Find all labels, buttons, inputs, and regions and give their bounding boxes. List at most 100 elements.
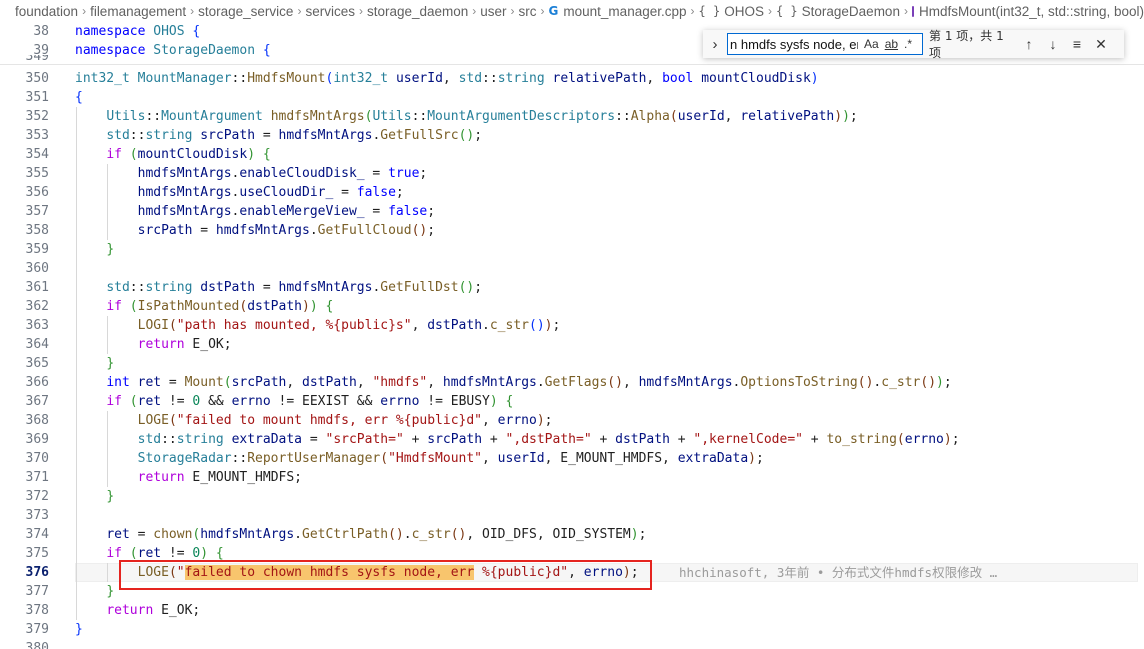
code-line: 360 (0, 259, 1144, 278)
breadcrumb-item-services[interactable]: services (305, 4, 355, 19)
code-line: 351{ (0, 88, 1144, 107)
line-number: 359 (25, 242, 49, 257)
breadcrumb-item-user[interactable]: user (480, 4, 506, 19)
code-line: 370 StorageRadar::ReportUserManager("Hmd… (0, 449, 1144, 468)
git-blame-annotation[interactable]: hhchinasoft, 3年前 • 分布式文件hmdfs权限修改 … (679, 563, 997, 582)
code-line: 352 Utils::MountArgument hmdfsMntArgs(Ut… (0, 107, 1144, 126)
line-number: 367 (25, 394, 49, 409)
code-line: 368 LOGE("failed to mount hmdfs, err %{p… (0, 411, 1144, 430)
code-line: 354 if (mountCloudDisk) { (0, 145, 1144, 164)
chevron-right-icon: › (903, 4, 908, 18)
code-line: 356 hmdfsMntArgs.useCloudDir_ = false; (0, 183, 1144, 202)
close-icon[interactable]: ✕ (1089, 36, 1113, 53)
regex-button[interactable]: .* (904, 37, 912, 51)
code-line: 371 return E_MOUNT_HMDFS; (0, 468, 1144, 487)
code-line: 374 ret = chown(hmdfsMntArgs.GetCtrlPath… (0, 525, 1144, 544)
chevron-right-icon: › (540, 4, 545, 18)
code-line: 366 int ret = Mount(srcPath, dstPath, "h… (0, 373, 1144, 392)
line-number: 378 (25, 603, 49, 618)
line-number: 374 (25, 527, 49, 542)
code-line: 362 if (IsPathMounted(dstPath)) { (0, 297, 1144, 316)
line-number: 379 (25, 622, 49, 637)
line-number: 363 (25, 318, 49, 333)
line-number: 355 (25, 166, 49, 181)
line-number: 366 (25, 375, 49, 390)
line-number: 370 (25, 451, 49, 466)
chevron-right-icon: › (472, 4, 477, 18)
next-match-icon[interactable]: ↓ (1041, 36, 1065, 52)
chevron-right-icon: › (358, 4, 363, 18)
code-line: 353 std::string srcPath = hmdfsMntArgs.G… (0, 126, 1144, 145)
code-line: 369 std::string extraData = "srcPath=" +… (0, 430, 1144, 449)
find-in-selection-icon[interactable]: ≡ (1065, 36, 1089, 52)
find-input-box: Aa ab .* (727, 33, 923, 55)
line-number: 380 (25, 641, 49, 649)
code-line: 367 if (ret != 0 && errno != EEXIST && e… (0, 392, 1144, 411)
code-line: 355 hmdfsMntArgs.enableCloudDisk_ = true… (0, 164, 1144, 183)
line-number: 358 (25, 223, 49, 238)
match-case-button[interactable]: Aa (864, 37, 879, 51)
breadcrumb: foundation › filemanagement › storage_se… (0, 0, 1144, 22)
code-line: 359 } (0, 240, 1144, 259)
line-number: 351 (25, 90, 49, 105)
code-line: 350 int32_t MountManager::HmdfsMount(int3… (0, 69, 1144, 88)
line-number: 377 (25, 584, 49, 599)
line-number: 362 (25, 299, 49, 314)
breadcrumb-namespace-storagedaemon[interactable]: StorageDaemon (802, 4, 900, 19)
chevron-right-icon: › (297, 4, 302, 18)
cpp-file-icon: G (548, 4, 559, 18)
line-number: 375 (25, 546, 49, 561)
code-line: 380 (0, 639, 1144, 649)
line-number: 357 (25, 204, 49, 219)
line-number: 372 (25, 489, 49, 504)
line-number: 360 (25, 261, 49, 276)
code-editor[interactable]: 38 namespace OHOS { 39 namespace StorageDa… (0, 22, 1144, 649)
code-line: 358 srcPath = hmdfsMntArgs.GetFullCloud(… (0, 221, 1144, 240)
line-number: 349 (25, 55, 49, 64)
breadcrumb-item-filemanagement[interactable]: filemanagement (90, 4, 186, 19)
code-line: 373 (0, 506, 1144, 525)
line-number: 38 (33, 24, 49, 39)
code-line: 379} (0, 620, 1144, 639)
find-widget: › Aa ab .* 第 1 项，共 1 项 ↑ ↓ ≡ ✕ (703, 29, 1124, 60)
line-number: 350 (25, 71, 49, 86)
breadcrumb-item-storage-service[interactable]: storage_service (198, 4, 293, 19)
whole-word-label: ab (884, 37, 899, 51)
breadcrumb-namespace-ohos[interactable]: OHOS (724, 4, 764, 19)
code-line: 361 std::string dstPath = hmdfsMntArgs.G… (0, 278, 1144, 297)
find-input[interactable] (730, 36, 858, 52)
line-number: 376 (25, 565, 49, 580)
breadcrumb-symbol[interactable]: HmdfsMount(int32_t, std::string, bool) (919, 4, 1144, 19)
code-line: 357 hmdfsMntArgs.enableMergeView_ = fals… (0, 202, 1144, 221)
line-number: 371 (25, 470, 49, 485)
line-number: 365 (25, 356, 49, 371)
code-line: 363 LOGI("path has mounted, %{public}s",… (0, 316, 1144, 335)
chevron-right-icon: › (690, 4, 695, 18)
toggle-replace-icon[interactable]: › (703, 36, 727, 53)
breadcrumb-item-foundation[interactable]: foundation (15, 4, 78, 19)
match-count: 第 1 项，共 1 项 (929, 29, 1004, 60)
line-number: 353 (25, 128, 49, 143)
annotation-highlight-box (119, 560, 652, 590)
line-number: 352 (25, 109, 49, 124)
namespace-icon: { } (698, 4, 721, 18)
previous-match-icon[interactable]: ↑ (1017, 36, 1041, 52)
code-line: 365 } (0, 354, 1144, 373)
method-icon (911, 5, 914, 17)
code-line: 364 return E_OK; (0, 335, 1144, 354)
code-line: 372 } (0, 487, 1144, 506)
chevron-right-icon: › (190, 4, 195, 18)
breadcrumb-item-storage-daemon[interactable]: storage_daemon (367, 4, 468, 19)
line-number: 373 (25, 508, 49, 523)
line-number: 354 (25, 147, 49, 162)
whole-word-button[interactable]: ab (885, 37, 898, 51)
breadcrumb-item-src[interactable]: src (519, 4, 537, 19)
chevron-right-icon: › (82, 4, 87, 18)
line-number: 364 (25, 337, 49, 352)
line-number: 369 (25, 432, 49, 447)
breadcrumb-file[interactable]: mount_manager.cpp (563, 4, 686, 19)
line-number: 368 (25, 413, 49, 428)
line-number: 361 (25, 280, 49, 295)
line-number: 356 (25, 185, 49, 200)
namespace-icon: { } (775, 4, 798, 18)
